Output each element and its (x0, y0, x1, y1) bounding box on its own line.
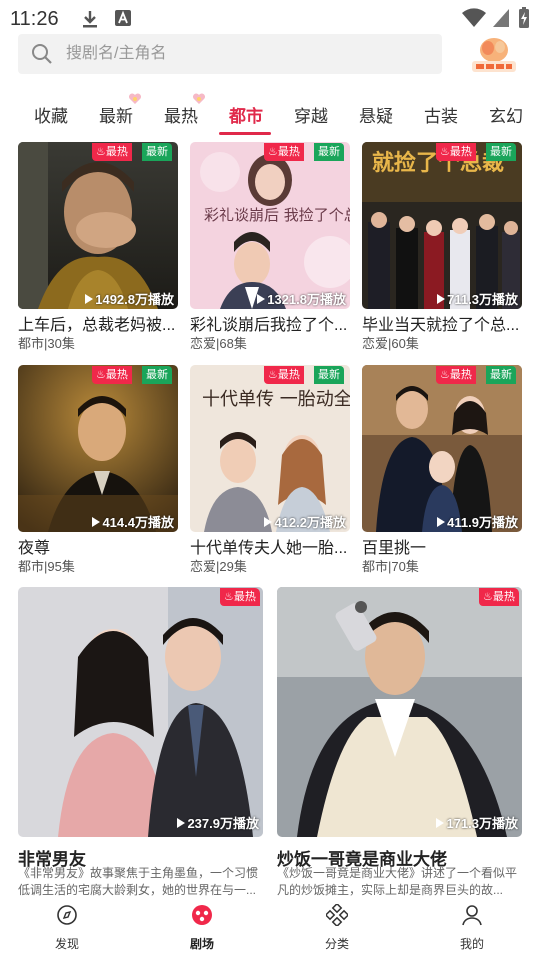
nav-label: 发现 (54, 937, 79, 951)
play-icon (177, 818, 186, 828)
category-tabs: 收藏 最新 最热 都市 穿越 悬疑 古装 玄幻 (0, 92, 540, 136)
card-meta: 恋爱|60集 (362, 336, 419, 351)
wifi-icon (462, 8, 486, 33)
hot-badge: ♨最热 (92, 143, 132, 161)
new-badge: 最新 (486, 366, 516, 384)
play-count: 414.4万播放 (92, 512, 174, 531)
nav-profile[interactable]: 我的 (432, 904, 512, 952)
poster-text: 彩礼谈崩后 我捡了个总裁当老公 (204, 206, 350, 224)
poster-image (18, 365, 178, 532)
new-badge: 最新 (314, 143, 344, 161)
battery-icon (518, 7, 530, 34)
hot-badge: ♨最热 (436, 143, 476, 161)
poster-image (362, 365, 522, 532)
card-title: 十代单传夫人她一胎... (190, 540, 348, 557)
active-tab-indicator (219, 132, 271, 135)
nav-label: 分类 (324, 937, 349, 951)
drama-card[interactable]: ♨最热 最新 414.4万播放 夜尊 都市|95集 (18, 365, 178, 575)
hot-badge: ♨最热 (264, 366, 304, 384)
new-badge: 最新 (142, 143, 172, 161)
poster-text: 十代单传 一胎动全城 (202, 389, 350, 410)
poster-image (277, 587, 522, 837)
hot-badge: ♨最热 (220, 588, 260, 606)
card-meta: 都市|70集 (362, 559, 419, 574)
new-badge: 最新 (314, 366, 344, 384)
nav-discover[interactable]: 发现 (27, 904, 107, 952)
nav-theater[interactable]: 剧场 (162, 904, 242, 952)
theater-icon (162, 904, 242, 931)
play-count: 1492.8万播放 (85, 289, 174, 308)
card-title: 夜尊 (18, 540, 51, 557)
featured-card[interactable]: ♨最热 171.3万播放 炒饭一哥竟是商业大佬 《炒饭一哥竟是商业大佬》讲述了一… (277, 587, 522, 897)
play-icon (92, 517, 101, 527)
search-icon (30, 42, 54, 71)
hot-badge: ♨最热 (479, 588, 519, 606)
card-meta: 都市|30集 (18, 336, 75, 351)
play-count: 711.3万播放 (437, 289, 518, 308)
play-count: 412.2万播放 (264, 512, 346, 531)
play-count: 1321.8万播放 (257, 289, 346, 308)
card-meta: 恋爱|68集 (190, 336, 247, 351)
drama-card[interactable]: 就捡了个总裁 ♨最热 最新 711.3万播放 毕业当天就捡了个总... 恋爱|6… (362, 142, 522, 352)
play-icon (257, 294, 266, 304)
hot-badge: ♨最热 (436, 366, 476, 384)
play-icon (437, 517, 446, 527)
featured-card[interactable]: ♨最热 237.9万播放 非常男友 《非常男友》故事聚焦于主角墨鱼，一个习惯低调… (18, 587, 263, 897)
play-count: 237.9万播放 (177, 813, 259, 832)
play-icon (436, 818, 445, 828)
drama-card[interactable]: 十代单传 一胎动全城 ♨最热 最新 412.2万播放 十代单传夫人她一胎... … (190, 365, 350, 575)
card-title: 百里挑一 (362, 540, 427, 557)
status-time: 11:26 (10, 8, 59, 30)
bottom-nav: 发现 剧场 分类 我的 (0, 898, 540, 960)
play-count: 171.3万播放 (436, 813, 518, 832)
tab-time-travel[interactable]: 穿越 (294, 102, 328, 127)
play-count: 411.9万播放 (437, 512, 518, 531)
hot-badge: ♨最热 (92, 366, 132, 384)
welfare-logo[interactable] (466, 34, 522, 74)
tab-fantasy[interactable]: 玄幻 (489, 102, 523, 127)
poster-image: 十代单传 一胎动全城 (190, 365, 350, 532)
status-bar: 11:26 (0, 0, 540, 36)
font-app-icon (114, 9, 132, 32)
tab-costume[interactable]: 古装 (424, 102, 458, 127)
card-title: 彩礼谈崩后我捡了个... (190, 317, 348, 334)
poster-image (18, 142, 178, 309)
play-icon (437, 294, 446, 304)
nav-label: 我的 (459, 937, 484, 951)
tab-mystery[interactable]: 悬疑 (359, 102, 393, 127)
card-title: 上车后，总裁老妈被... (18, 317, 176, 334)
compass-icon (27, 904, 107, 931)
tab-favorites[interactable]: 收藏 (34, 102, 68, 127)
drama-card[interactable]: 彩礼谈崩后 我捡了个总裁当老公 ♨最热 最新 1321.8万播放 彩礼谈崩后我捡… (190, 142, 350, 352)
drama-card[interactable]: ♨最热 最新 1492.8万播放 上车后，总裁老妈被... 都市|30集 (18, 142, 178, 352)
new-badge: 最新 (142, 366, 172, 384)
heart-badge-icon (128, 92, 142, 110)
new-badge: 最新 (486, 143, 516, 161)
search-box[interactable] (18, 34, 442, 74)
poster-image (18, 587, 263, 837)
poster-image: 就捡了个总裁 (362, 142, 522, 309)
search-input[interactable] (66, 34, 426, 74)
featured-description: 《炒饭一哥竟是商业大佬》讲述了一个看似平凡的炒饭摊主，实际上却是商界巨头的故..… (277, 866, 518, 897)
drama-card[interactable]: ♨最热 最新 411.9万播放 百里挑一 都市|70集 (362, 365, 522, 575)
card-meta: 恋爱|29集 (190, 559, 247, 574)
poster-image: 彩礼谈崩后 我捡了个总裁当老公 (190, 142, 350, 309)
card-title: 毕业当天就捡了个总... (362, 317, 520, 334)
hot-badge: ♨最热 (264, 143, 304, 161)
play-icon (264, 517, 273, 527)
featured-description: 《非常男友》故事聚焦于主角墨鱼，一个习惯低调生活的宅腐大龄剩女，她的世界在与一.… (18, 866, 259, 897)
card-meta: 都市|95集 (18, 559, 75, 574)
category-icon (297, 902, 377, 931)
heart-badge-icon (192, 92, 206, 110)
download-icon (80, 9, 100, 34)
nav-category[interactable]: 分类 (297, 902, 377, 952)
signal-icon (492, 8, 510, 33)
tab-urban[interactable]: 都市 (229, 102, 263, 127)
play-icon (85, 294, 94, 304)
person-icon (432, 904, 512, 931)
nav-label: 剧场 (189, 937, 214, 951)
